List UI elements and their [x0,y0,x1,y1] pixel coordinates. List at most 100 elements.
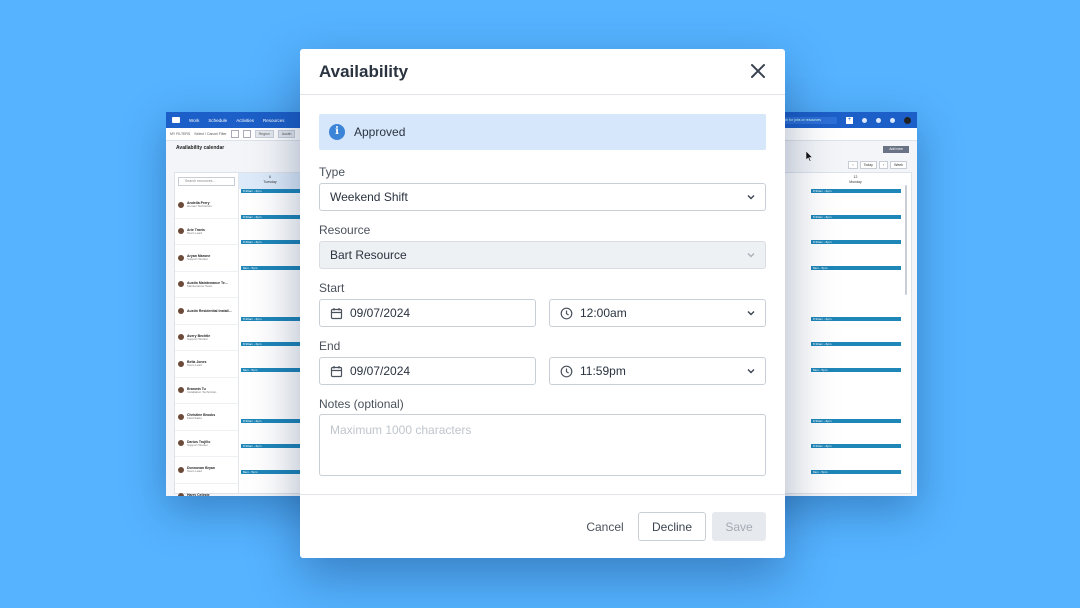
app-add-button[interactable]: + [846,116,853,124]
start-date-value: 09/07/2024 [350,306,411,320]
help-icon[interactable] [862,117,867,123]
clock-icon [560,365,573,377]
resource-row[interactable]: Austin Maintenance Te... Maintenance Team [175,272,238,298]
resource-row[interactable]: Avery Bechtle Support Worker [175,325,238,351]
notes-label: Notes (optional) [319,397,404,411]
filter-label: MY FILTERS [170,132,191,136]
filter-icon[interactable] [230,130,239,138]
resource-column: Search resources... Andella Perry Human T… [175,173,239,496]
decline-button[interactable]: Decline [638,512,706,541]
chevron-down-icon [747,195,755,200]
notes-textarea[interactable] [319,414,766,476]
availability-dialog: Availability i Approved Type Weekend Shi… [300,49,785,558]
cancel-button[interactable]: Cancel [577,512,633,541]
resource-row[interactable]: Harry CelesteInstallation Technician [175,484,238,496]
resource-role: Maintenance Team [187,283,213,288]
chevron-down-icon [747,311,755,316]
resource-avatar [178,387,184,394]
shift-block[interactable]: 8am - 5pm [241,469,301,474]
resource-avatar [178,413,184,420]
resource-row[interactable]: Darius Trujillo Support Worker [175,431,238,457]
resource-role: Support Worker [187,257,208,261]
close-icon[interactable] [749,62,767,80]
shift-block[interactable]: 8am - 5pm [811,265,901,270]
shift-block[interactable]: 8:30am - 6pm [811,342,901,346]
calendar-icon [330,307,343,319]
resource-row[interactable]: Donnovan Bryan Team Lead [175,457,238,484]
nav-work[interactable]: Work [189,118,199,123]
end-date-input[interactable]: 09/07/2024 [319,357,536,385]
resource-role: Installation Technician [187,389,217,394]
start-label: Start [319,281,345,295]
filter-icon-2[interactable] [242,130,251,138]
save-button[interactable]: Save [712,512,766,541]
view-select[interactable]: Week [890,161,907,169]
resource-row[interactable]: Christine Brooks Field Sales [175,404,238,431]
dialog-title: Availability [319,62,409,81]
resource-row[interactable]: Andella Perry Human Technician [175,192,238,219]
shift-block[interactable]: 8:30am - 6pm [811,316,901,321]
nav-schedule[interactable]: Schedule [208,118,227,123]
shift-block[interactable]: 8:30am - 6pm [811,214,901,219]
shift-block[interactable]: 8:30am - 6pm [241,444,301,448]
start-date-input[interactable]: 09/07/2024 [319,299,536,327]
notification-icon[interactable] [890,117,895,123]
resource-avatar [178,466,184,473]
shift-block[interactable]: 8am - 5pm [241,367,301,372]
status-text: Approved [354,125,406,139]
today-button[interactable]: Today [859,161,877,169]
shift-block[interactable]: 8am - 5pm [241,265,301,270]
nav-activities[interactable]: Activities [236,118,254,123]
shift-block[interactable]: 8am - 5pm [811,367,901,372]
shift-block[interactable]: 8:30am - 6pm [811,240,901,244]
resource-search-input[interactable]: Search resources... [178,177,235,186]
shift-block[interactable]: 8:30am - 6pm [241,316,301,321]
calendar-icon [330,365,343,377]
resource-avatar [178,440,184,447]
chat-icon[interactable] [876,117,881,123]
prev-button[interactable]: ‹ [848,161,858,169]
resource-role: Field Sales [187,416,202,420]
next-button[interactable]: › [878,161,889,169]
day-header-right: 12 Monday [809,173,902,189]
resource-row[interactable]: Branwin Tu Installation Technician [175,378,238,404]
resource-row[interactable]: Arie Travis Team Lead [175,219,238,245]
filter-select[interactable]: Select / Cancel Filter [194,132,226,136]
resource-avatar [178,201,184,208]
resource-name: Austin Residential Install... [187,308,232,313]
resource-label: Resource [319,223,371,237]
shift-block[interactable]: 8:30am - 6pm [811,418,901,423]
shift-block[interactable]: 8am - 5pm [811,469,901,474]
add-new-button[interactable]: Add new [883,146,909,153]
page-title: Availability calendar [176,145,225,151]
chip-region[interactable]: Region [254,130,274,138]
resource-avatar [178,493,184,496]
nav-resources[interactable]: Resources [263,118,285,123]
shift-block[interactable]: 8:30am - 6pm [241,214,301,219]
resource-role: Team Lead [187,363,202,367]
shift-block[interactable]: 8:30am - 6pm [811,189,901,193]
scrollbar[interactable] [905,185,907,295]
resource-row[interactable]: Austin Residential Install... [175,298,238,325]
shift-block [811,393,901,397]
shift-block[interactable]: 8:30am - 6pm [241,189,301,193]
shift-block[interactable]: 8:30am - 6pm [241,418,301,423]
resource-role: Team Lead [187,230,202,235]
shift-block [811,291,901,295]
shift-block[interactable]: 8:30am - 6pm [241,342,301,346]
end-time-select[interactable]: 11:59pm [549,357,766,385]
start-time-select[interactable]: 12:00am [549,299,766,327]
type-value: Weekend Shift [330,190,408,204]
chip-austin[interactable]: Austin [277,130,296,138]
shift-block[interactable]: 8:30am - 6pm [241,240,301,244]
shift-block [241,291,301,295]
chevron-down-icon [747,253,755,258]
type-select[interactable]: Weekend Shift [319,183,766,211]
avatar[interactable] [904,116,911,124]
shift-block [241,393,301,397]
resource-row[interactable]: Aryan Marone Support Worker [175,245,238,272]
shifts-left: 8:30am - 6pm 8:30am - 6pm 8:30am - 6pm 8am … [241,189,301,495]
resource-row[interactable]: Bella Jones Team Lead [175,351,238,378]
shift-block[interactable]: 8:30am - 6pm [811,444,901,448]
resource-select: Bart Resource [319,241,766,269]
